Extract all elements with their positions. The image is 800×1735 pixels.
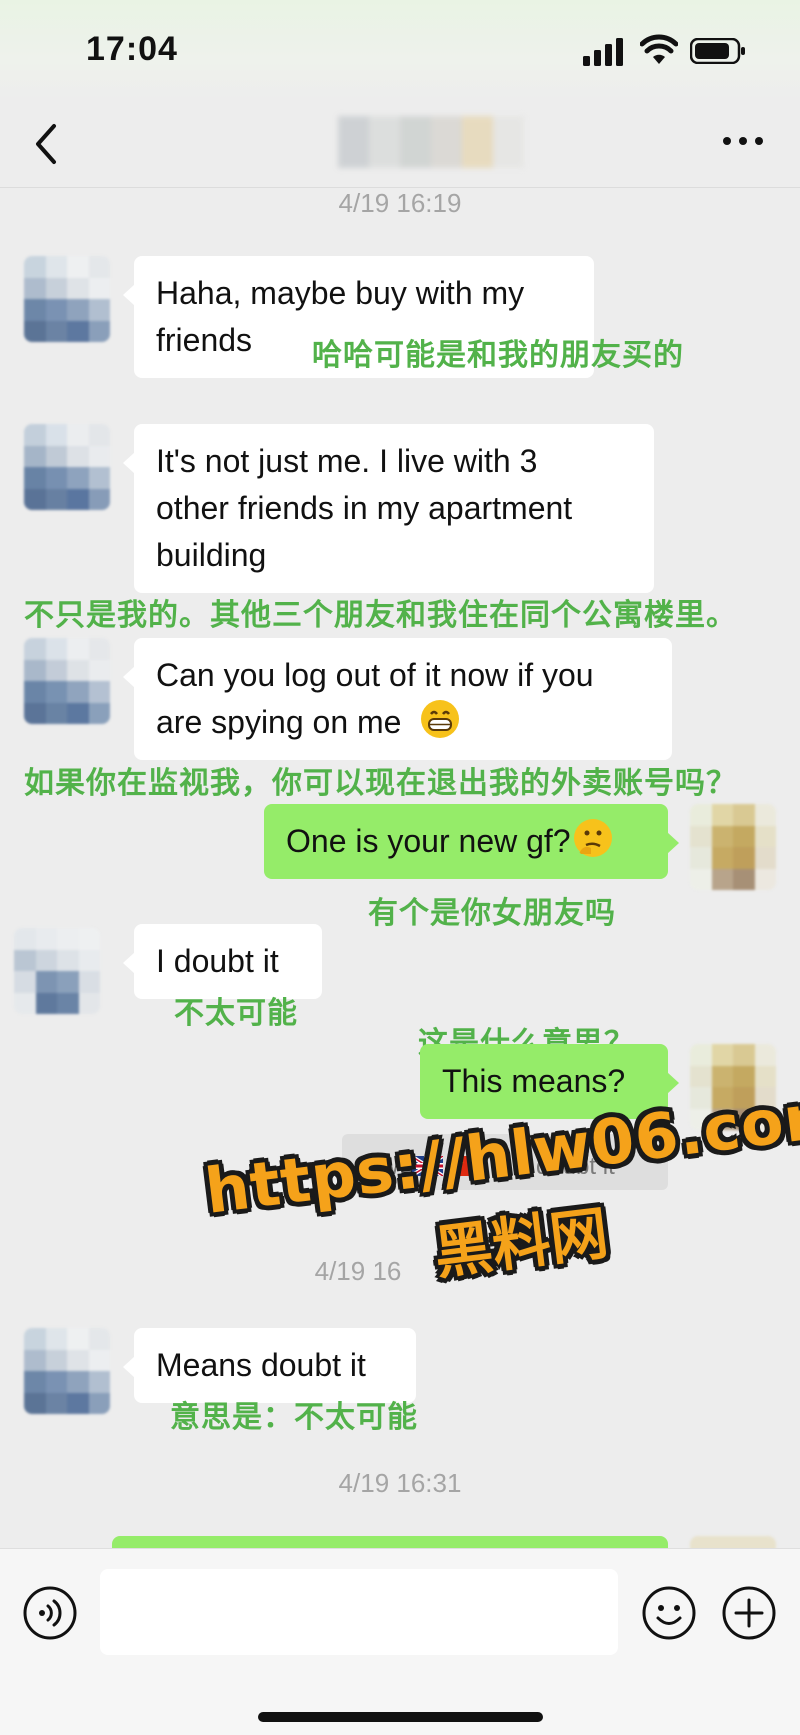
wifi-icon <box>640 34 678 64</box>
message-bubble[interactable]: It's not just me. I live with 3 other fr… <box>123 424 654 593</box>
message-line: It's not just me. I live with 3 <box>156 443 538 479</box>
avatar[interactable] <box>24 1328 110 1414</box>
plus-icon[interactable] <box>721 1585 777 1641</box>
avatar-self-partial[interactable] <box>690 1536 776 1548</box>
message-bubble-sent[interactable]: One is your new gf? <box>264 804 679 879</box>
translation-note: 意思是：不太可能 <box>170 1401 418 1434</box>
status-bar: 17:04 <box>0 0 800 100</box>
status-time: 17:04 <box>86 30 178 68</box>
chat-header <box>0 100 800 188</box>
chevron-left-icon[interactable] <box>30 120 62 168</box>
emoji-icon[interactable] <box>641 1585 697 1641</box>
message-bubble-sent-partial[interactable] <box>112 1536 668 1548</box>
battery-icon <box>690 38 745 64</box>
voice-icon[interactable] <box>22 1585 78 1641</box>
message-text: Means doubt it <box>156 1347 366 1383</box>
translation-note: 有个是你女朋友吗 <box>368 897 616 930</box>
message-line: Haha, maybe buy with my <box>156 275 525 311</box>
translation-note: 不太可能 <box>174 997 298 1030</box>
more-dots-icon[interactable] <box>720 126 766 156</box>
cellular-signal-icon <box>583 38 623 66</box>
timestamp: 4/19 16:31 <box>338 1468 462 1498</box>
home-indicator[interactable] <box>258 1712 543 1722</box>
avatar[interactable] <box>24 256 110 342</box>
message-text: This means? <box>442 1063 626 1099</box>
translation-note: 如果你在监视我，你可以现在退出我的外卖账号吗？ <box>24 767 737 800</box>
avatar[interactable] <box>24 638 110 724</box>
contact-name-blurred <box>338 116 524 168</box>
input-bar <box>0 1548 800 1735</box>
message-bubble[interactable]: Can you log out of it now if you are spy… <box>123 638 672 760</box>
timestamp: 4/19 16:19 <box>338 188 462 218</box>
message-input[interactable] <box>100 1569 618 1655</box>
chat-area[interactable]: 4/19 16:19 Haha, maybe buy with my frien… <box>0 188 800 1548</box>
translation-note: 不只是我的。其他三个朋友和我住在同个公寓楼里。 <box>24 599 737 632</box>
message-line: Can you log out of it now if you <box>156 657 594 693</box>
avatar-self[interactable] <box>690 804 776 890</box>
message-line: other friends in my apartment <box>156 490 573 526</box>
message-line: building <box>156 537 267 573</box>
translation-note: 哈哈可能是和我的朋友买的 <box>312 339 684 372</box>
message-text: I doubt it <box>156 943 279 979</box>
message-text: One is your new gf? <box>286 823 571 859</box>
message-line: are spying on me <box>156 704 402 740</box>
grinning-face-icon <box>421 700 460 738</box>
thinking-face-icon <box>573 819 612 857</box>
avatar[interactable] <box>24 424 110 510</box>
avatar[interactable] <box>14 928 100 1014</box>
